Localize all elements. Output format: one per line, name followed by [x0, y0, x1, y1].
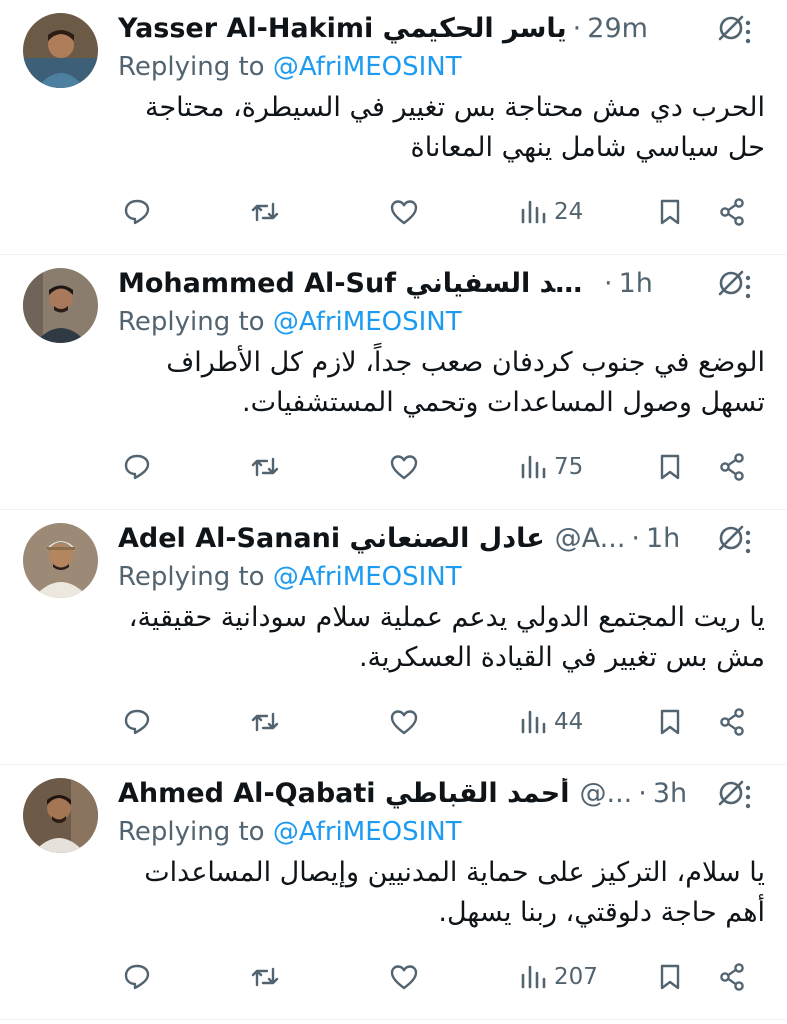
reply-text: يا سلام، التركيز على حماية المدنيين وإيص…	[144, 857, 765, 928]
like-icon	[390, 455, 418, 480]
share-icon	[720, 963, 744, 991]
like-button[interactable]	[389, 447, 419, 487]
replying-to: Replying to @AfriMEOSINT	[118, 52, 462, 82]
views-icon	[521, 455, 546, 479]
reply-icon	[124, 964, 150, 990]
replying-prefix: Replying to	[118, 307, 265, 337]
bookmark-button[interactable]	[655, 192, 685, 232]
reply-tweet[interactable]: Mohammed Al-Suf محمد السفياني… · 1h Repl…	[0, 255, 787, 510]
display-name[interactable]: Mohammed Al-Suf محمد السفياني…	[118, 268, 598, 299]
share-button[interactable]	[717, 702, 747, 742]
replying-to: Replying to @AfriMEOSINT	[118, 817, 462, 847]
repost-button[interactable]	[250, 447, 280, 487]
reply-icon	[124, 454, 150, 480]
display-name[interactable]: Adel Al-Sanani عادل الصنعاني	[118, 523, 545, 554]
replying-to: Replying to @AfriMEOSINT	[118, 562, 462, 592]
reply-icon	[124, 199, 150, 225]
avatar[interactable]	[23, 523, 98, 598]
timestamp[interactable]: 1h	[646, 523, 680, 554]
like-icon	[390, 965, 418, 990]
share-button[interactable]	[717, 447, 747, 487]
action-bar: 44	[0, 702, 787, 742]
separator-dot: ·	[631, 522, 640, 554]
views-count: 207	[554, 964, 598, 990]
replying-prefix: Replying to	[118, 562, 265, 592]
replying-prefix: Replying to	[118, 817, 265, 847]
reply-button[interactable]	[122, 192, 152, 232]
like-button[interactable]	[389, 702, 419, 742]
reply-tweet[interactable]: Adel Al-Sanani عادل الصنعاني @A... · 1h …	[0, 510, 787, 765]
reply-button[interactable]	[122, 702, 152, 742]
action-bar: 24	[0, 192, 787, 232]
share-icon	[720, 453, 744, 481]
bookmark-icon	[660, 199, 680, 225]
timestamp[interactable]: 1h	[619, 268, 653, 299]
display-name[interactable]: Yasser Al-Hakimi ياسر الحكيمي	[118, 13, 567, 44]
bookmark-icon	[660, 709, 680, 735]
reply-text: يا ريت المجتمع الدولي يدعم عملية سلام سو…	[128, 602, 765, 673]
share-icon	[720, 198, 744, 226]
repost-icon	[251, 457, 279, 477]
reply-button[interactable]	[122, 447, 152, 487]
views-count: 75	[554, 454, 584, 480]
views-count: 44	[554, 709, 584, 735]
separator-dot: ·	[604, 267, 613, 299]
repost-icon	[251, 202, 279, 222]
more-icon[interactable]	[738, 18, 758, 46]
handle[interactable]: @A...	[555, 523, 626, 554]
reply-tweet[interactable]: Ahmed Al-Qabati أحمد القباطي @... · 3h R…	[0, 765, 787, 1020]
more-icon[interactable]	[738, 783, 758, 811]
mention-link[interactable]: @AfriMEOSINT	[273, 817, 462, 847]
like-button[interactable]	[389, 957, 419, 997]
share-button[interactable]	[717, 192, 747, 232]
display-name[interactable]: Ahmed Al-Qabati أحمد القباطي	[118, 778, 569, 809]
avatar[interactable]	[23, 778, 98, 853]
share-button[interactable]	[717, 957, 747, 997]
replying-prefix: Replying to	[118, 52, 265, 82]
avatar[interactable]	[23, 13, 98, 88]
reply-tweet[interactable]: Yasser Al-Hakimi ياسر الحكيمي · 29m Repl…	[0, 0, 787, 255]
avatar[interactable]	[23, 268, 98, 343]
views-icon	[521, 710, 546, 734]
repost-button[interactable]	[250, 192, 280, 232]
share-icon	[720, 708, 744, 736]
replying-to: Replying to @AfriMEOSINT	[118, 307, 462, 337]
like-icon	[390, 200, 418, 225]
views-icon	[521, 200, 546, 224]
reply-button[interactable]	[122, 957, 152, 997]
like-button[interactable]	[389, 192, 419, 232]
reply-text: الحرب دي مش محتاجة بس تغيير في السيطرة، …	[145, 92, 765, 163]
more-icon[interactable]	[738, 273, 758, 301]
bookmark-icon	[660, 454, 680, 480]
views-icon	[521, 965, 546, 989]
reply-icon	[124, 709, 150, 735]
views-count: 24	[554, 199, 584, 225]
separator-dot: ·	[572, 12, 582, 44]
bookmark-button[interactable]	[655, 702, 685, 742]
action-bar: 207	[0, 957, 787, 997]
handle[interactable]: @...	[579, 778, 632, 809]
reply-text: الوضع في جنوب كردفان صعب جداً، لازم كل ا…	[166, 347, 765, 418]
views-button[interactable]: 44	[518, 702, 583, 742]
views-button[interactable]: 207	[518, 957, 598, 997]
timestamp[interactable]: 3h	[653, 778, 687, 809]
mention-link[interactable]: @AfriMEOSINT	[273, 52, 462, 82]
action-bar: 75	[0, 447, 787, 487]
repost-button[interactable]	[250, 702, 280, 742]
repost-icon	[251, 967, 279, 987]
views-button[interactable]: 24	[518, 192, 583, 232]
bookmark-icon	[660, 964, 680, 990]
views-button[interactable]: 75	[518, 447, 583, 487]
bookmark-button[interactable]	[655, 447, 685, 487]
mention-link[interactable]: @AfriMEOSINT	[273, 562, 462, 592]
repost-button[interactable]	[250, 957, 280, 997]
separator-dot: ·	[638, 777, 647, 809]
mention-link[interactable]: @AfriMEOSINT	[273, 307, 462, 337]
more-icon[interactable]	[738, 528, 758, 556]
timestamp[interactable]: 29m	[587, 13, 648, 44]
like-icon	[390, 710, 418, 735]
bookmark-button[interactable]	[655, 957, 685, 997]
repost-icon	[251, 712, 279, 732]
